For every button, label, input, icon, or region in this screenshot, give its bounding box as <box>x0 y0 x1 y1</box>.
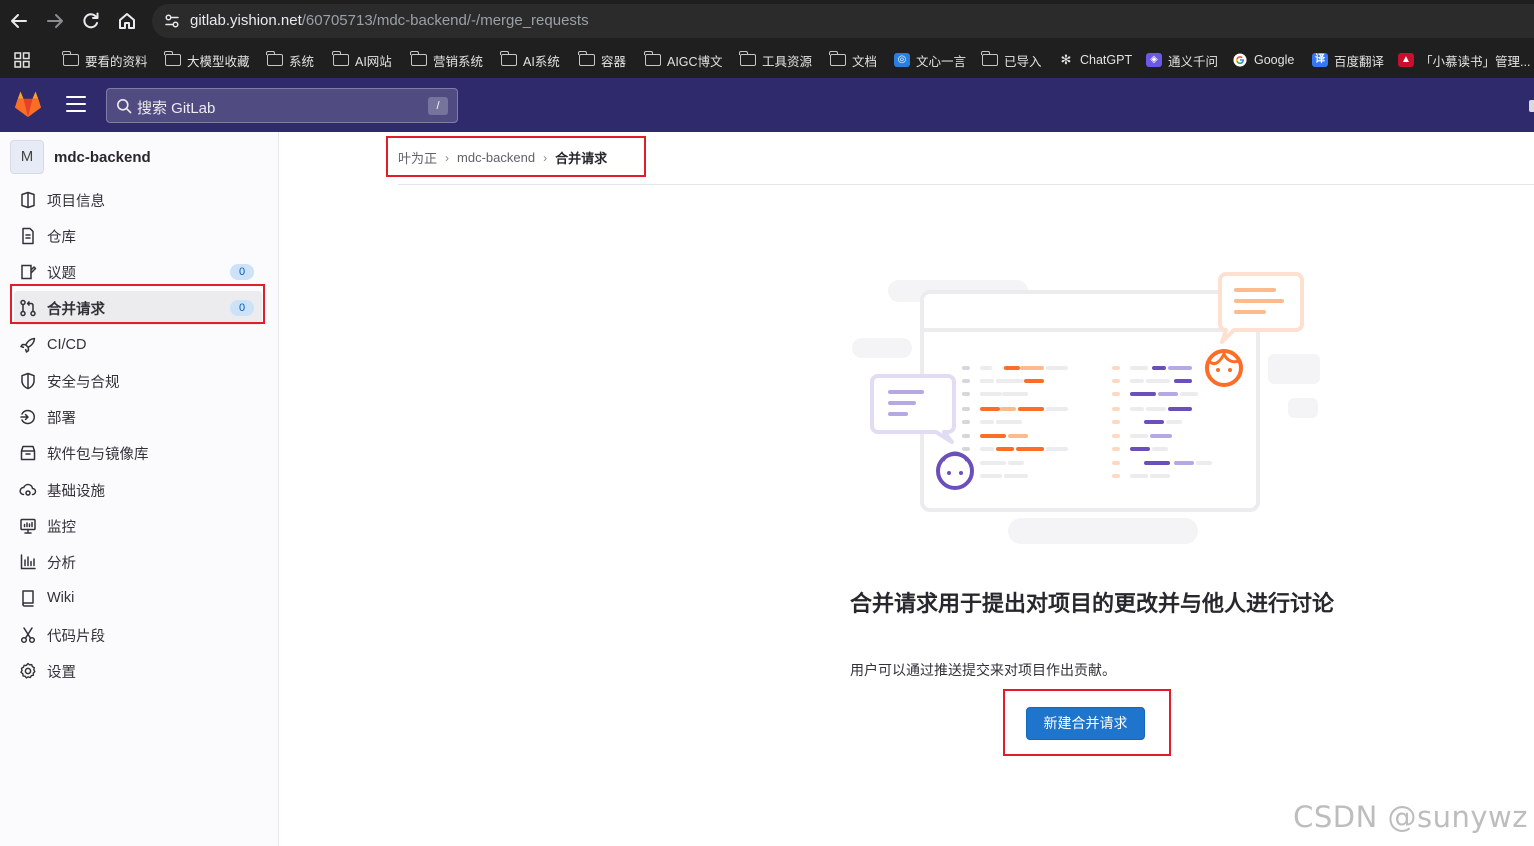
gear-icon <box>20 662 36 679</box>
sidebar-item-packages[interactable]: 软件包与镜像库 <box>14 436 262 470</box>
forward-arrow-icon[interactable] <box>42 8 68 34</box>
bookmark-item[interactable]: ◎ 文心一言 <box>894 51 966 69</box>
folder-icon <box>981 51 998 66</box>
sidebar-item-settings[interactable]: 设置 <box>14 654 262 688</box>
folder-icon <box>164 51 181 66</box>
merge-requests-empty-illustration <box>852 272 1320 544</box>
baidu-translate-icon: 译 <box>1312 53 1328 67</box>
annotation-box-sidebar <box>10 284 265 324</box>
bookmark-item[interactable]: 译百度翻译 <box>1312 51 1384 69</box>
repository-icon <box>22 227 34 245</box>
page: gitlab.yishion.net/60705713/mdc-backend/… <box>0 0 1534 846</box>
bookmark-item[interactable]: 大模型收藏 <box>164 51 250 69</box>
bookmark-item[interactable]: AI网站 <box>332 51 392 69</box>
sidebar-item-deployments[interactable]: 部署 <box>14 400 262 434</box>
chart-icon <box>20 554 36 570</box>
tongyi-icon: ◈ <box>1146 53 1162 67</box>
bookmark-item[interactable]: ▲ 「小慕读书」管理... <box>1398 51 1530 69</box>
bookmark-item[interactable]: ◈ 通义千问 <box>1146 51 1218 69</box>
folder-icon <box>829 51 846 66</box>
book-icon <box>22 590 34 607</box>
annotation-box-button <box>1003 689 1171 756</box>
folder-icon <box>644 51 661 66</box>
browser-address-bar: gitlab.yishion.net/60705713/mdc-backend/… <box>0 0 1534 42</box>
sidebar-item-wiki[interactable]: Wiki <box>14 581 262 615</box>
package-icon <box>20 445 36 461</box>
folder-icon <box>739 51 756 66</box>
issues-icon <box>21 264 37 280</box>
folder-icon <box>62 51 79 66</box>
google-icon <box>1233 53 1247 67</box>
folder-icon <box>500 51 517 66</box>
site-settings-icon[interactable] <box>164 13 180 29</box>
bookmark-item[interactable]: 要看的资料 <box>62 51 148 69</box>
shield-icon <box>21 372 35 390</box>
project-avatar: M <box>10 140 44 174</box>
sidebar-item-snippets[interactable]: 代码片段 <box>14 618 262 652</box>
sidebar-item-project-info[interactable]: 项目信息 <box>14 183 262 217</box>
bookmark-item[interactable]: 容器 <box>578 51 626 69</box>
home-icon[interactable] <box>114 8 140 34</box>
folder-icon <box>266 51 283 66</box>
hamburger-menu-icon[interactable] <box>66 96 86 112</box>
bookmark-item[interactable]: 营销系统 <box>410 51 483 69</box>
wenxin-icon: ◎ <box>894 53 910 67</box>
empty-state-description: 用户可以通过推送提交来对项目作出贡献。 <box>850 662 1116 678</box>
chatgpt-icon: ✻ <box>1060 52 1072 67</box>
bookmark-item[interactable]: ✻ ChatGPT <box>1058 51 1133 69</box>
header-edge-control[interactable] <box>1529 100 1534 112</box>
bookmark-item[interactable]: AIGC博文 <box>644 51 723 69</box>
url-text: gitlab.yishion.net/60705713/mdc-backend/… <box>190 12 589 29</box>
xiaomu-icon: ▲ <box>1398 53 1414 67</box>
sidebar-item-analytics[interactable]: 分析 <box>14 545 262 579</box>
bookmark-item[interactable]: AI系统 <box>500 51 560 69</box>
project-info-icon <box>21 191 35 209</box>
folder-icon <box>410 51 427 66</box>
sidebar-item-cicd[interactable]: CI/CD <box>14 328 262 362</box>
monitor-icon <box>20 518 36 534</box>
project-header[interactable]: M mdc-backend <box>10 140 151 174</box>
bookmarks-bar: 要看的资料 大模型收藏 系统 AI网站 营销系统 AI系统 容器 AIGC博文 … <box>0 42 1534 78</box>
gitlab-top-bar: 搜索 GitLab / <box>0 78 1534 132</box>
sidebar-item-security[interactable]: 安全与合规 <box>14 364 262 398</box>
search-placeholder: 搜索 GitLab <box>137 100 216 117</box>
rocket-icon <box>20 337 36 353</box>
search-input[interactable]: 搜索 GitLab / <box>106 88 458 123</box>
apps-grid-icon[interactable] <box>14 52 30 68</box>
gitlab-logo-icon[interactable] <box>13 90 43 118</box>
breadcrumb-divider <box>398 184 1534 185</box>
folder-icon <box>578 51 595 66</box>
cloud-gear-icon <box>19 483 37 496</box>
folder-icon <box>332 51 349 66</box>
search-shortcut-key: / <box>428 97 448 115</box>
bookmark-item[interactable]: 工具资源 <box>739 51 812 69</box>
back-arrow-icon[interactable] <box>6 8 32 34</box>
bookmark-item[interactable]: 系统 <box>266 51 314 69</box>
bookmark-item[interactable]: Google <box>1232 51 1294 69</box>
reload-icon[interactable] <box>78 8 104 34</box>
issues-count-badge: 0 <box>230 264 254 280</box>
sidebar-item-repository[interactable]: 仓库 <box>14 219 262 253</box>
url-field[interactable]: gitlab.yishion.net/60705713/mdc-backend/… <box>152 4 1534 38</box>
deploy-icon <box>20 409 35 425</box>
bookmark-item[interactable]: 文档 <box>829 51 877 69</box>
bookmark-item[interactable]: 已导入 <box>981 51 1042 69</box>
empty-state-title: 合并请求用于提出对项目的更改并与他人进行讨论 <box>850 591 1335 616</box>
sidebar-item-monitor[interactable]: 监控 <box>14 509 262 543</box>
project-name: mdc-backend <box>54 148 151 166</box>
sidebar-item-infrastructure[interactable]: 基础设施 <box>14 473 262 507</box>
search-icon <box>117 99 132 114</box>
annotation-box-breadcrumb <box>386 136 646 177</box>
csdn-watermark: CSDN @sunywz <box>1293 800 1528 834</box>
scissors-icon <box>20 627 36 644</box>
